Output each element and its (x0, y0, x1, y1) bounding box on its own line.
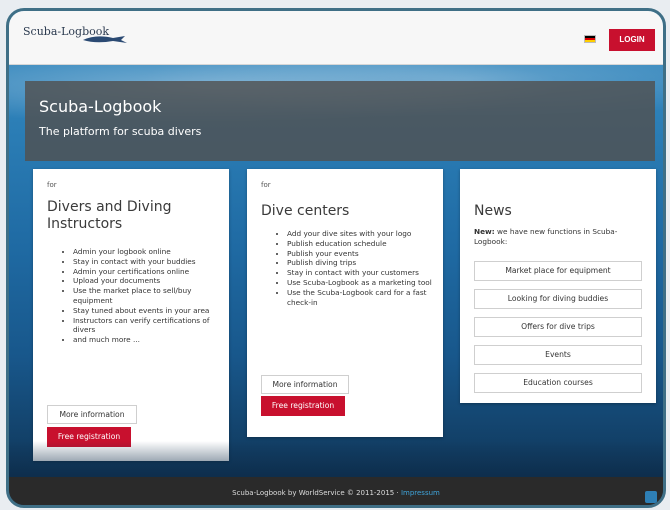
footer-text: Scuba-Logbook by WorldService © 2011-201… (9, 489, 663, 497)
news-events-button[interactable]: Events (474, 345, 642, 365)
dive-centers-feature-list: Add your dive sites with your logo Publi… (287, 229, 437, 307)
news-buddies-button[interactable]: Looking for diving buddies (474, 289, 642, 309)
divers-card-title: Divers and Diving Instructors (47, 199, 172, 232)
copyright-text: Scuba-Logbook by WorldService © 2011-201… (232, 489, 401, 497)
divers-feature-list: Admin your logbook online Stay in contac… (73, 247, 223, 345)
corner-arrow-icon[interactable] (645, 491, 657, 503)
browser-frame: Scuba-Logbook LOGIN Scuba-Logbook The pl… (6, 8, 666, 508)
de-flag-icon[interactable] (584, 35, 596, 43)
list-item: Publish diving trips (287, 258, 437, 268)
divers-card: for Divers and Diving Instructors Admin … (33, 169, 229, 461)
news-title: News (474, 203, 512, 219)
fish-logo-icon (83, 36, 127, 43)
list-item: Stay in contact with your buddies (73, 257, 223, 267)
footer: Scuba-Logbook by WorldService © 2011-201… (9, 477, 663, 505)
list-item: Use the Scuba-Logbook card for a fast ch… (287, 288, 437, 308)
list-item: Admin your logbook online (73, 247, 223, 257)
top-bar: Scuba-Logbook LOGIN (9, 11, 663, 65)
dive-centers-more-info-button[interactable]: More information (261, 375, 349, 394)
list-item: Use the market place to sell/buy equipme… (73, 286, 223, 306)
news-intro-text: we have new functions in Scuba-Logbook: (474, 227, 618, 246)
hero-banner: Scuba-Logbook The platform for scuba div… (25, 81, 655, 161)
list-item: Stay in contact with your customers (287, 268, 437, 278)
impressum-link[interactable]: Impressum (401, 489, 440, 497)
dive-centers-card-title: Dive centers (261, 203, 350, 219)
news-intro: New: we have new functions in Scuba-Logb… (474, 227, 644, 247)
divers-more-info-button[interactable]: More information (47, 405, 137, 424)
news-marketplace-button[interactable]: Market place for equipment (474, 261, 642, 281)
list-item: Upload your documents (73, 276, 223, 286)
seabed-background (9, 441, 663, 481)
list-item: Instructors can verify certifications of… (73, 316, 223, 336)
dive-centers-card: for Dive centers Add your dive sites wit… (247, 169, 443, 437)
for-label: for (47, 181, 57, 189)
for-label: for (261, 181, 271, 189)
news-education-button[interactable]: Education courses (474, 373, 642, 393)
list-item: Publish education schedule (287, 239, 437, 249)
news-dive-trips-button[interactable]: Offers for dive trips (474, 317, 642, 337)
list-item: Admin your certifications online (73, 267, 223, 277)
list-item: Publish your events (287, 249, 437, 259)
list-item: Use Scuba-Logbook as a marketing tool (287, 278, 437, 288)
login-button[interactable]: LOGIN (609, 29, 655, 51)
list-item: Add your dive sites with your logo (287, 229, 437, 239)
news-card: News New: we have new functions in Scuba… (460, 169, 656, 403)
hero-title: Scuba-Logbook (39, 97, 162, 116)
logo[interactable]: Scuba-Logbook (23, 25, 127, 43)
hero-subtitle: The platform for scuba divers (39, 125, 202, 138)
dive-centers-register-button[interactable]: Free registration (261, 396, 345, 416)
list-item: Stay tuned about events in your area (73, 306, 223, 316)
list-item: and much more ... (73, 335, 223, 345)
news-intro-bold: New: (474, 227, 495, 236)
